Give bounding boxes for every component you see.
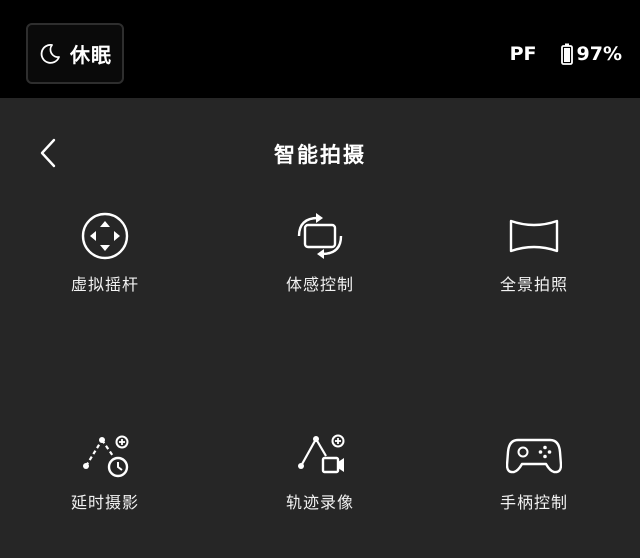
panel-header: 智能拍摄 (0, 125, 640, 181)
tile-label: 延时摄影 (70, 493, 139, 512)
tile-virtual-joystick[interactable]: 虚拟摇杆 (30, 210, 180, 320)
battery-indicator: 97% (560, 43, 622, 65)
page-title: 智能拍摄 (274, 143, 366, 167)
tile-label: 手柄控制 (499, 493, 568, 512)
top-status-bar: 休眠 PF 97% (0, 0, 640, 98)
flight-mode-indicator: PF (509, 43, 537, 65)
trajectory-video-icon (298, 434, 345, 474)
battery-icon (560, 43, 573, 65)
motion-control-icon (297, 213, 343, 259)
tile-label: 虚拟摇杆 (70, 275, 139, 294)
tile-label: 全景拍照 (499, 275, 568, 294)
timelapse-icon (83, 435, 129, 478)
sleep-button[interactable]: 休眠 (26, 23, 124, 84)
sleep-label: 休眠 (70, 43, 112, 67)
panorama-icon (509, 219, 559, 253)
virtual-joystick-icon (81, 212, 129, 260)
status-indicators: PF 97% (510, 40, 622, 68)
battery-percent: 97% (576, 43, 622, 65)
tile-label: 轨迹录像 (285, 493, 354, 512)
tile-gamepad-control[interactable]: 手柄控制 (459, 428, 609, 538)
moon-icon (40, 43, 60, 64)
tile-trajectory-video[interactable]: 轨迹录像 (245, 428, 395, 538)
tile-motion-control[interactable]: 体感控制 (245, 210, 395, 320)
tile-timelapse[interactable]: 延时摄影 (30, 428, 180, 538)
tile-panorama[interactable]: 全景拍照 (459, 210, 609, 320)
tile-label: 体感控制 (285, 275, 354, 294)
gamepad-icon (506, 438, 562, 474)
